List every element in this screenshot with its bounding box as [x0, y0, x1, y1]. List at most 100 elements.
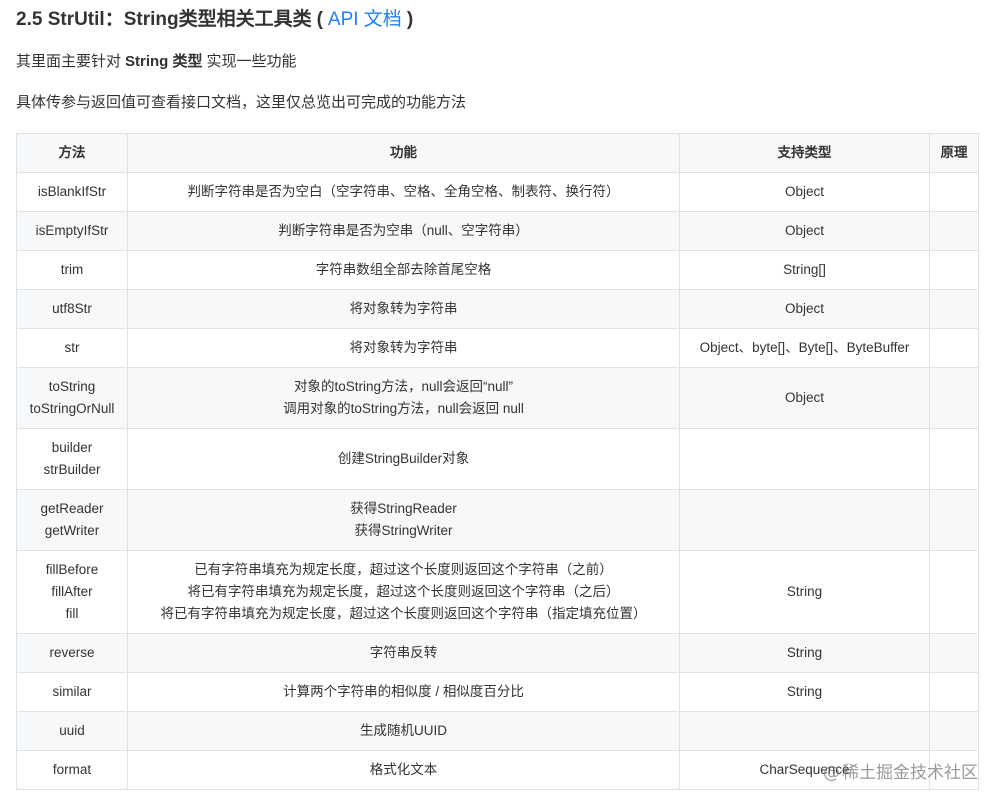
method-cell-line: utf8Str	[52, 301, 92, 316]
method-cell-line: getWriter	[44, 523, 100, 538]
method-cell-line: trim	[60, 262, 84, 277]
function-cell-line: 对象的toString方法，null会返回“null”	[293, 379, 514, 394]
principle-cell	[929, 428, 979, 490]
table-header-row: 方法 功能 支持类型 原理	[16, 133, 979, 173]
table-row: utf8Str 将对象转为字符串 Object	[16, 289, 979, 329]
methods-table: 方法 功能 支持类型 原理 isBlankIfStr 判断字符串是否为空白（空字符…	[16, 133, 979, 790]
types-cell: Object、byte[]、Byte[]、ByteBuffer	[679, 328, 930, 368]
method-cell-line: similar	[52, 684, 92, 699]
function-cell: 字符串数组全部去除首尾空格	[127, 250, 680, 290]
api-docs-link[interactable]: API 文档	[328, 9, 402, 30]
table-row: str 将对象转为字符串 Object、byte[]、Byte[]、ByteBuff…	[16, 328, 979, 368]
method-cell: str	[16, 328, 128, 368]
function-cell-line: 判断字符串是否为空白（空字符串、空格、全角空格、制表符、换行符）	[187, 184, 620, 199]
intro-paragraph: 其里面主要针对 String 类型 实现一些功能	[16, 51, 297, 73]
method-cell-line: format	[52, 762, 92, 777]
intro-suffix: 实现一些功能	[206, 53, 297, 70]
principle-cell	[929, 172, 979, 212]
method-cell-line: getReader	[40, 501, 104, 516]
watermark-at: @	[823, 763, 840, 783]
header-method: 方法	[16, 133, 128, 173]
function-cell-line: 将已有字符串填充为规定长度，超过这个长度则返回这个字符串（之后）	[187, 584, 620, 599]
method-cell: similar	[16, 672, 128, 712]
table-row: builder strBuilder 创建StringBuilder对象	[16, 428, 979, 490]
header-function: 功能	[127, 133, 680, 173]
function-cell-line: 字符串数组全部去除首尾空格	[315, 262, 492, 277]
method-cell: uuid	[16, 711, 128, 751]
method-cell: fillBefore fillAfter fill	[16, 550, 128, 634]
principle-cell	[929, 550, 979, 634]
close-paren: )	[406, 9, 414, 30]
method-cell: utf8Str	[16, 289, 128, 329]
table-row: fillBefore fillAfter fill 已有字符串填充为规定长度，超过这个…	[16, 550, 979, 634]
intro-prefix: 其里面主要针对	[16, 53, 122, 70]
principle-cell	[929, 633, 979, 673]
principle-cell	[929, 672, 979, 712]
juejin-watermark: @ 稀土掘金技术社区	[823, 758, 978, 783]
article-page: 2.5 StrUtil：String类型相关工具类(API 文档) 其里面主要针…	[0, 0, 1000, 803]
types-cell: String	[679, 633, 930, 673]
table-body: isBlankIfStr 判断字符串是否为空白（空字符串、空格、全角空格、制表符、…	[16, 172, 979, 790]
method-cell: reverse	[16, 633, 128, 673]
method-cell-line: fillAfter	[51, 584, 93, 599]
method-cell: trim	[16, 250, 128, 290]
principle-cell	[929, 367, 979, 429]
table-row: reverse 字符串反转 String	[16, 633, 979, 673]
function-cell-line: 调用对象的toString方法，null会返回 null	[283, 401, 524, 416]
method-cell: getReader getWriter	[16, 489, 128, 551]
method-cell-line: strBuilder	[43, 462, 101, 477]
header-principle: 原理	[929, 133, 979, 173]
watermark-text: 稀土掘金技术社区	[842, 763, 978, 783]
function-cell: 判断字符串是否为空串（null、空字符串）	[127, 211, 680, 251]
method-cell-line: isEmptyIfStr	[35, 223, 109, 238]
method-cell-line: builder	[51, 440, 93, 455]
method-cell: toString toStringOrNull	[16, 367, 128, 429]
types-cell: String[]	[679, 250, 930, 290]
function-cell-line: 已有字符串填充为规定长度，超过这个长度则返回这个字符串（之前）	[194, 562, 613, 577]
function-cell-line: 获得StringWriter	[354, 523, 453, 538]
method-cell: builder strBuilder	[16, 428, 128, 490]
method-cell-line: isBlankIfStr	[37, 184, 107, 199]
function-cell: 判断字符串是否为空白（空字符串、空格、全角空格、制表符、换行符）	[127, 172, 680, 212]
docs-note-paragraph: 具体传参与返回值可查看接口文档，这里仅总览出可完成的功能方法	[16, 94, 467, 111]
function-cell: 创建StringBuilder对象	[127, 428, 680, 490]
function-cell-line: 格式化文本	[369, 762, 438, 777]
types-cell: Object	[679, 211, 930, 251]
function-cell: 将对象转为字符串	[127, 289, 680, 329]
method-cell: isEmptyIfStr	[16, 211, 128, 251]
method-cell-line: str	[64, 340, 80, 355]
function-cell-line: 字符串反转	[369, 645, 438, 660]
function-cell-line: 创建StringBuilder对象	[337, 451, 470, 466]
table-row: isBlankIfStr 判断字符串是否为空白（空字符串、空格、全角空格、制表符、…	[16, 172, 979, 212]
function-cell-line: 将已有字符串填充为规定长度，超过这个长度则返回这个字符串（指定填充位置）	[160, 606, 647, 621]
table-row: uuid 生成随机UUID	[16, 711, 979, 751]
intro-bold: String 类型	[125, 53, 203, 70]
principle-cell	[929, 250, 979, 290]
table-row: isEmptyIfStr 判断字符串是否为空串（null、空字符串） Object	[16, 211, 979, 251]
function-cell-line: 计算两个字符串的相似度 / 相似度百分比	[283, 684, 524, 699]
types-cell	[679, 428, 930, 490]
function-cell-line: 判断字符串是否为空串（null、空字符串）	[278, 223, 529, 238]
section-heading: 2.5 StrUtil：String类型相关工具类(API 文档)	[16, 6, 418, 34]
principle-cell	[929, 328, 979, 368]
function-cell-line: 生成随机UUID	[360, 723, 447, 738]
principle-cell	[929, 489, 979, 551]
table-row: toString toStringOrNull 对象的toString方法，null…	[16, 367, 979, 429]
open-paren: (	[316, 9, 323, 30]
function-cell: 将对象转为字符串	[127, 328, 680, 368]
types-cell	[679, 489, 930, 551]
table-row: getReader getWriter 获得StringReader 获得String…	[16, 489, 979, 551]
function-cell-line: 获得StringReader	[350, 501, 457, 516]
types-cell: Object	[679, 289, 930, 329]
function-cell: 对象的toString方法，null会返回“null” 调用对象的toString…	[127, 367, 680, 429]
function-cell-line: 将对象转为字符串	[349, 301, 458, 316]
header-types: 支持类型	[679, 133, 930, 173]
principle-cell	[929, 711, 979, 751]
types-cell: Object	[679, 172, 930, 212]
method-cell-line: fill	[65, 606, 79, 621]
function-cell: 已有字符串填充为规定长度，超过这个长度则返回这个字符串（之前） 将已有字符串填充为…	[127, 550, 680, 634]
function-cell: 生成随机UUID	[127, 711, 680, 751]
types-cell: String	[679, 672, 930, 712]
method-cell: format	[16, 750, 128, 790]
types-cell: Object	[679, 367, 930, 429]
